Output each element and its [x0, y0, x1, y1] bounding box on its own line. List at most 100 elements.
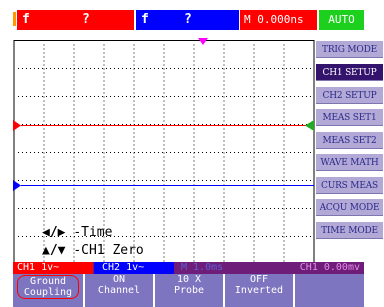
- grid-dot: [30, 68, 31, 69]
- grid-dot: [163, 116, 165, 118]
- softkey-probe[interactable]: 10 X Probe: [155, 274, 225, 307]
- grid-dot: [122, 208, 123, 209]
- grid-dot: [103, 96, 105, 98]
- grid-dot: [223, 180, 225, 182]
- grid-dot: [298, 180, 299, 181]
- menu-item-wave-math[interactable]: WAVE MATH: [316, 153, 383, 171]
- grid-dot: [110, 68, 111, 69]
- grid-dot: [286, 208, 287, 209]
- grid-dot: [202, 236, 203, 237]
- grid-dot: [298, 208, 299, 209]
- grid-dot: [242, 236, 243, 237]
- grid-dot: [138, 180, 139, 181]
- grid-dot: [82, 152, 83, 153]
- grid-dot: [133, 132, 135, 134]
- grid-dot: [130, 152, 131, 153]
- grid-dot: [214, 208, 215, 209]
- grid-dot: [294, 68, 295, 69]
- softkey-channel[interactable]: ON Channel: [85, 274, 155, 307]
- grid-dot: [283, 128, 285, 130]
- grid-dot: [283, 60, 285, 62]
- grid-dot: [283, 64, 285, 66]
- menu-item-ch2-setup[interactable]: CH2 SETUP: [316, 86, 383, 104]
- grid-dot: [210, 236, 211, 237]
- grid-dot: [222, 208, 223, 209]
- grid-dot: [50, 180, 51, 181]
- grid-dot: [294, 96, 295, 97]
- menu-item-meas-set2[interactable]: MEAS SET2: [316, 131, 383, 149]
- grid-dot: [43, 176, 45, 178]
- grid-dot: [262, 68, 263, 69]
- menu-item-ch1-setup[interactable]: CH1 SETUP: [316, 63, 383, 81]
- menu-item-trig-mode[interactable]: TRIG MODE: [316, 40, 383, 58]
- grid-dot: [223, 236, 225, 238]
- grid-dot: [190, 68, 191, 69]
- grid-dot: [266, 236, 267, 237]
- grid-dot: [150, 180, 151, 181]
- menu-item-acqu-mode[interactable]: ACQU MODE: [316, 198, 383, 216]
- grid-dot: [234, 180, 235, 181]
- grid-dot: [253, 116, 255, 118]
- grid-dot: [223, 204, 225, 206]
- grid-dot: [193, 60, 195, 62]
- grid-dot: [223, 196, 225, 198]
- grid-dot: [283, 216, 285, 218]
- grid-dot: [186, 152, 187, 153]
- grid-dot: [253, 220, 255, 222]
- grid-dot: [103, 92, 105, 94]
- softkey-probe-value: 10 X: [176, 274, 202, 285]
- grid-dot: [283, 44, 285, 46]
- grid-dot: [163, 252, 165, 254]
- grid-dot: [274, 152, 275, 153]
- grid-dot: [223, 176, 225, 178]
- grid-dot: [253, 244, 255, 246]
- grid-dot: [270, 68, 271, 69]
- grid-dot: [133, 140, 135, 142]
- softkey-coupling-value: Ground: [29, 276, 67, 287]
- ch2-zero-marker[interactable]: [13, 180, 21, 191]
- ch1-zero-marker[interactable]: [13, 120, 21, 131]
- trigger-position-marker[interactable]: [198, 38, 208, 46]
- menu-item-meas-set1[interactable]: MEAS SET1: [316, 108, 383, 126]
- grid-dot: [66, 180, 67, 181]
- grid-dot: [43, 44, 45, 46]
- menu-item-time-mode[interactable]: TIME MODE: [316, 221, 383, 239]
- grid-dot: [30, 236, 31, 237]
- grid-dot: [163, 228, 165, 230]
- grid-dot: [278, 180, 279, 181]
- grid-dot: [290, 236, 291, 237]
- grid-dot: [26, 208, 27, 209]
- info-bar: CH1 1v~ CH2 1v~ M 1.0ms CH1 0.00mv: [13, 262, 364, 274]
- grid-dot: [163, 208, 165, 210]
- grid-dot: [134, 236, 135, 237]
- grid-dot: [103, 204, 105, 206]
- grid-dot: [253, 252, 255, 254]
- grid-dot: [43, 136, 45, 138]
- grid-dot: [262, 236, 263, 237]
- grid-dot: [43, 104, 45, 106]
- grid-dot: [43, 152, 45, 154]
- softkey-empty[interactable]: [295, 274, 364, 307]
- grid-dot: [234, 208, 235, 209]
- grid-dot: [223, 156, 225, 158]
- grid-dot: [163, 172, 165, 174]
- grid-dot: [166, 208, 167, 209]
- trigger-level-marker[interactable]: [305, 120, 314, 131]
- softkey-coupling[interactable]: Ground Coupling: [13, 274, 85, 307]
- grid-dot: [103, 176, 105, 178]
- grid-dot: [283, 204, 285, 206]
- grid-dot: [162, 68, 163, 69]
- grid-dot: [223, 104, 225, 106]
- menu-item-curs-meas[interactable]: CURS MEAS: [316, 176, 383, 194]
- grid-dot: [103, 44, 105, 46]
- grid-dot: [50, 68, 51, 69]
- grid-dot: [253, 216, 255, 218]
- grid-dot: [242, 96, 243, 97]
- grid-dot: [43, 192, 45, 194]
- softkey-inverted[interactable]: OFF Inverted: [225, 274, 295, 307]
- grid-dot: [133, 100, 135, 102]
- grid-dot: [73, 216, 75, 218]
- grid-dot: [43, 76, 45, 78]
- grid-dot: [253, 196, 255, 198]
- grid-dot: [46, 208, 47, 209]
